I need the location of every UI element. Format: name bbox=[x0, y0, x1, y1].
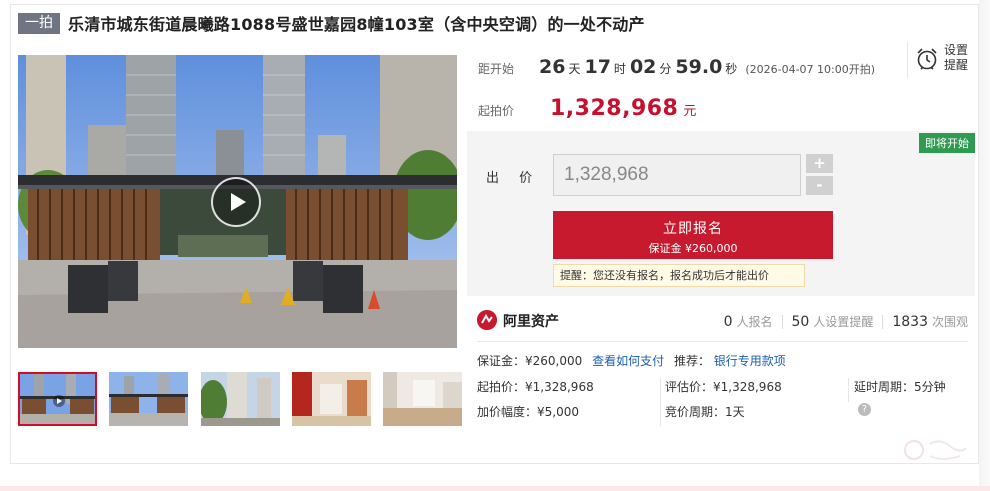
countdown-days-unit: 天 bbox=[568, 62, 581, 76]
bid-amount-input[interactable]: 1,328,968 bbox=[553, 154, 801, 196]
view-count-label: 次围观 bbox=[931, 315, 968, 329]
countdown-days: 26 bbox=[539, 56, 566, 78]
delay-detail: 延时周期：5分钟? bbox=[854, 376, 968, 416]
signup-count: 0 bbox=[723, 314, 733, 330]
appraisal-detail: 评估价：¥1,328,968 bbox=[665, 380, 782, 394]
thumbnail-1[interactable] bbox=[18, 372, 97, 426]
countdown-minutes-unit: 分 bbox=[659, 62, 672, 76]
deposit-row: 保证金：¥260,000 查看如何支付 推荐： 银行专用款项 bbox=[477, 350, 792, 372]
alarm-clock-icon bbox=[917, 48, 937, 70]
column-divider bbox=[848, 378, 849, 402]
increment-detail: 加价幅度：¥5,000 bbox=[477, 405, 579, 419]
set-reminder-button[interactable]: 设置 提醒 bbox=[907, 42, 969, 78]
countdown-hours-unit: 时 bbox=[613, 62, 626, 76]
view-count: 1833 bbox=[892, 314, 928, 330]
signup-tip: 提醒：您还没有报名，报名成功后才能出价 bbox=[553, 264, 805, 287]
help-icon[interactable]: ? bbox=[858, 403, 871, 416]
cycle-detail: 竞价周期：1天 bbox=[665, 405, 745, 419]
countdown-seconds: 59.0 bbox=[675, 56, 723, 78]
delay-text: 延时周期：5分钟 bbox=[854, 380, 946, 394]
column-divider bbox=[660, 378, 661, 426]
brand-name[interactable]: 阿里资产 bbox=[503, 311, 559, 331]
countdown: 距开始 26 天 17 时 02 分 59.0 秒 (2026-04-07 10… bbox=[478, 56, 875, 78]
countdown-minutes: 02 bbox=[629, 56, 657, 78]
signup-label: 立即报名 bbox=[663, 221, 723, 237]
bid-label: 出 价 bbox=[486, 171, 541, 186]
divider bbox=[477, 341, 968, 342]
page-edge bbox=[979, 0, 990, 491]
stat-divider bbox=[781, 314, 783, 329]
stat-divider bbox=[882, 314, 884, 329]
round-tag: 一拍 bbox=[18, 12, 60, 34]
reminder-count-label: 人设置提醒 bbox=[813, 315, 874, 329]
bank-account-link[interactable]: 银行专用款项 bbox=[714, 354, 786, 368]
thumbnail-3[interactable] bbox=[201, 372, 280, 426]
status-badge: 即将开始 bbox=[919, 133, 975, 153]
signup-count-label: 人报名 bbox=[736, 315, 773, 329]
title-row: 一拍 乐清市城东街道晨曦路1088号盛世嘉园8幢103室（含中央空调）的一处不动… bbox=[18, 11, 645, 35]
countdown-seconds-unit: 秒 bbox=[725, 62, 738, 76]
deposit-text: 保证金：¥260,000 bbox=[477, 354, 583, 368]
countdown-label: 距开始 bbox=[478, 62, 515, 76]
ali-assets-logo-icon bbox=[477, 310, 497, 330]
thumbnail-5[interactable] bbox=[383, 372, 462, 426]
signup-button[interactable]: 立即报名 保证金 ¥260,000 bbox=[553, 211, 833, 259]
start-price-detail: 起拍价：¥1,328,968 bbox=[477, 380, 594, 394]
decrease-bid-button[interactable]: - bbox=[806, 176, 833, 195]
main-photo[interactable] bbox=[18, 55, 457, 348]
countdown-hours: 17 bbox=[584, 56, 611, 78]
page-title: 乐清市城东街道晨曦路1088号盛世嘉园8幢103室（含中央空调）的一处不动产 bbox=[68, 15, 645, 34]
start-price-row: 起拍价 1,328,968 元 bbox=[478, 96, 696, 121]
start-price-label: 起拍价 bbox=[478, 104, 515, 118]
signup-deposit: 保证金 ¥260,000 bbox=[648, 242, 738, 255]
start-time: (2026-04-07 10:00开拍) bbox=[745, 63, 876, 76]
brand-row: 阿里资产 0 人报名 50 人设置提醒 1833 次围观 bbox=[477, 307, 968, 339]
play-video-button[interactable] bbox=[211, 177, 261, 227]
thumbnail-2[interactable] bbox=[109, 372, 188, 426]
watermark-logo bbox=[904, 440, 967, 460]
bid-box: 即将开始 出 价 1,328,968 + - 立即报名 保证金 ¥260,000… bbox=[467, 131, 975, 296]
start-price-value: 1,328,968 bbox=[550, 96, 679, 121]
reminder-count: 50 bbox=[791, 314, 810, 330]
thumbnail-4[interactable] bbox=[292, 372, 371, 426]
increase-bid-button[interactable]: + bbox=[806, 154, 833, 173]
thumbnail-strip bbox=[18, 372, 462, 428]
bottom-strip bbox=[0, 486, 990, 491]
how-to-pay-link[interactable]: 查看如何支付 bbox=[592, 354, 664, 368]
remind-label: 设置 提醒 bbox=[944, 43, 969, 72]
recommend-label: 推荐： bbox=[673, 354, 710, 368]
stats: 0 人报名 50 人设置提醒 1833 次围观 bbox=[724, 313, 968, 330]
start-price-unit: 元 bbox=[683, 104, 697, 119]
